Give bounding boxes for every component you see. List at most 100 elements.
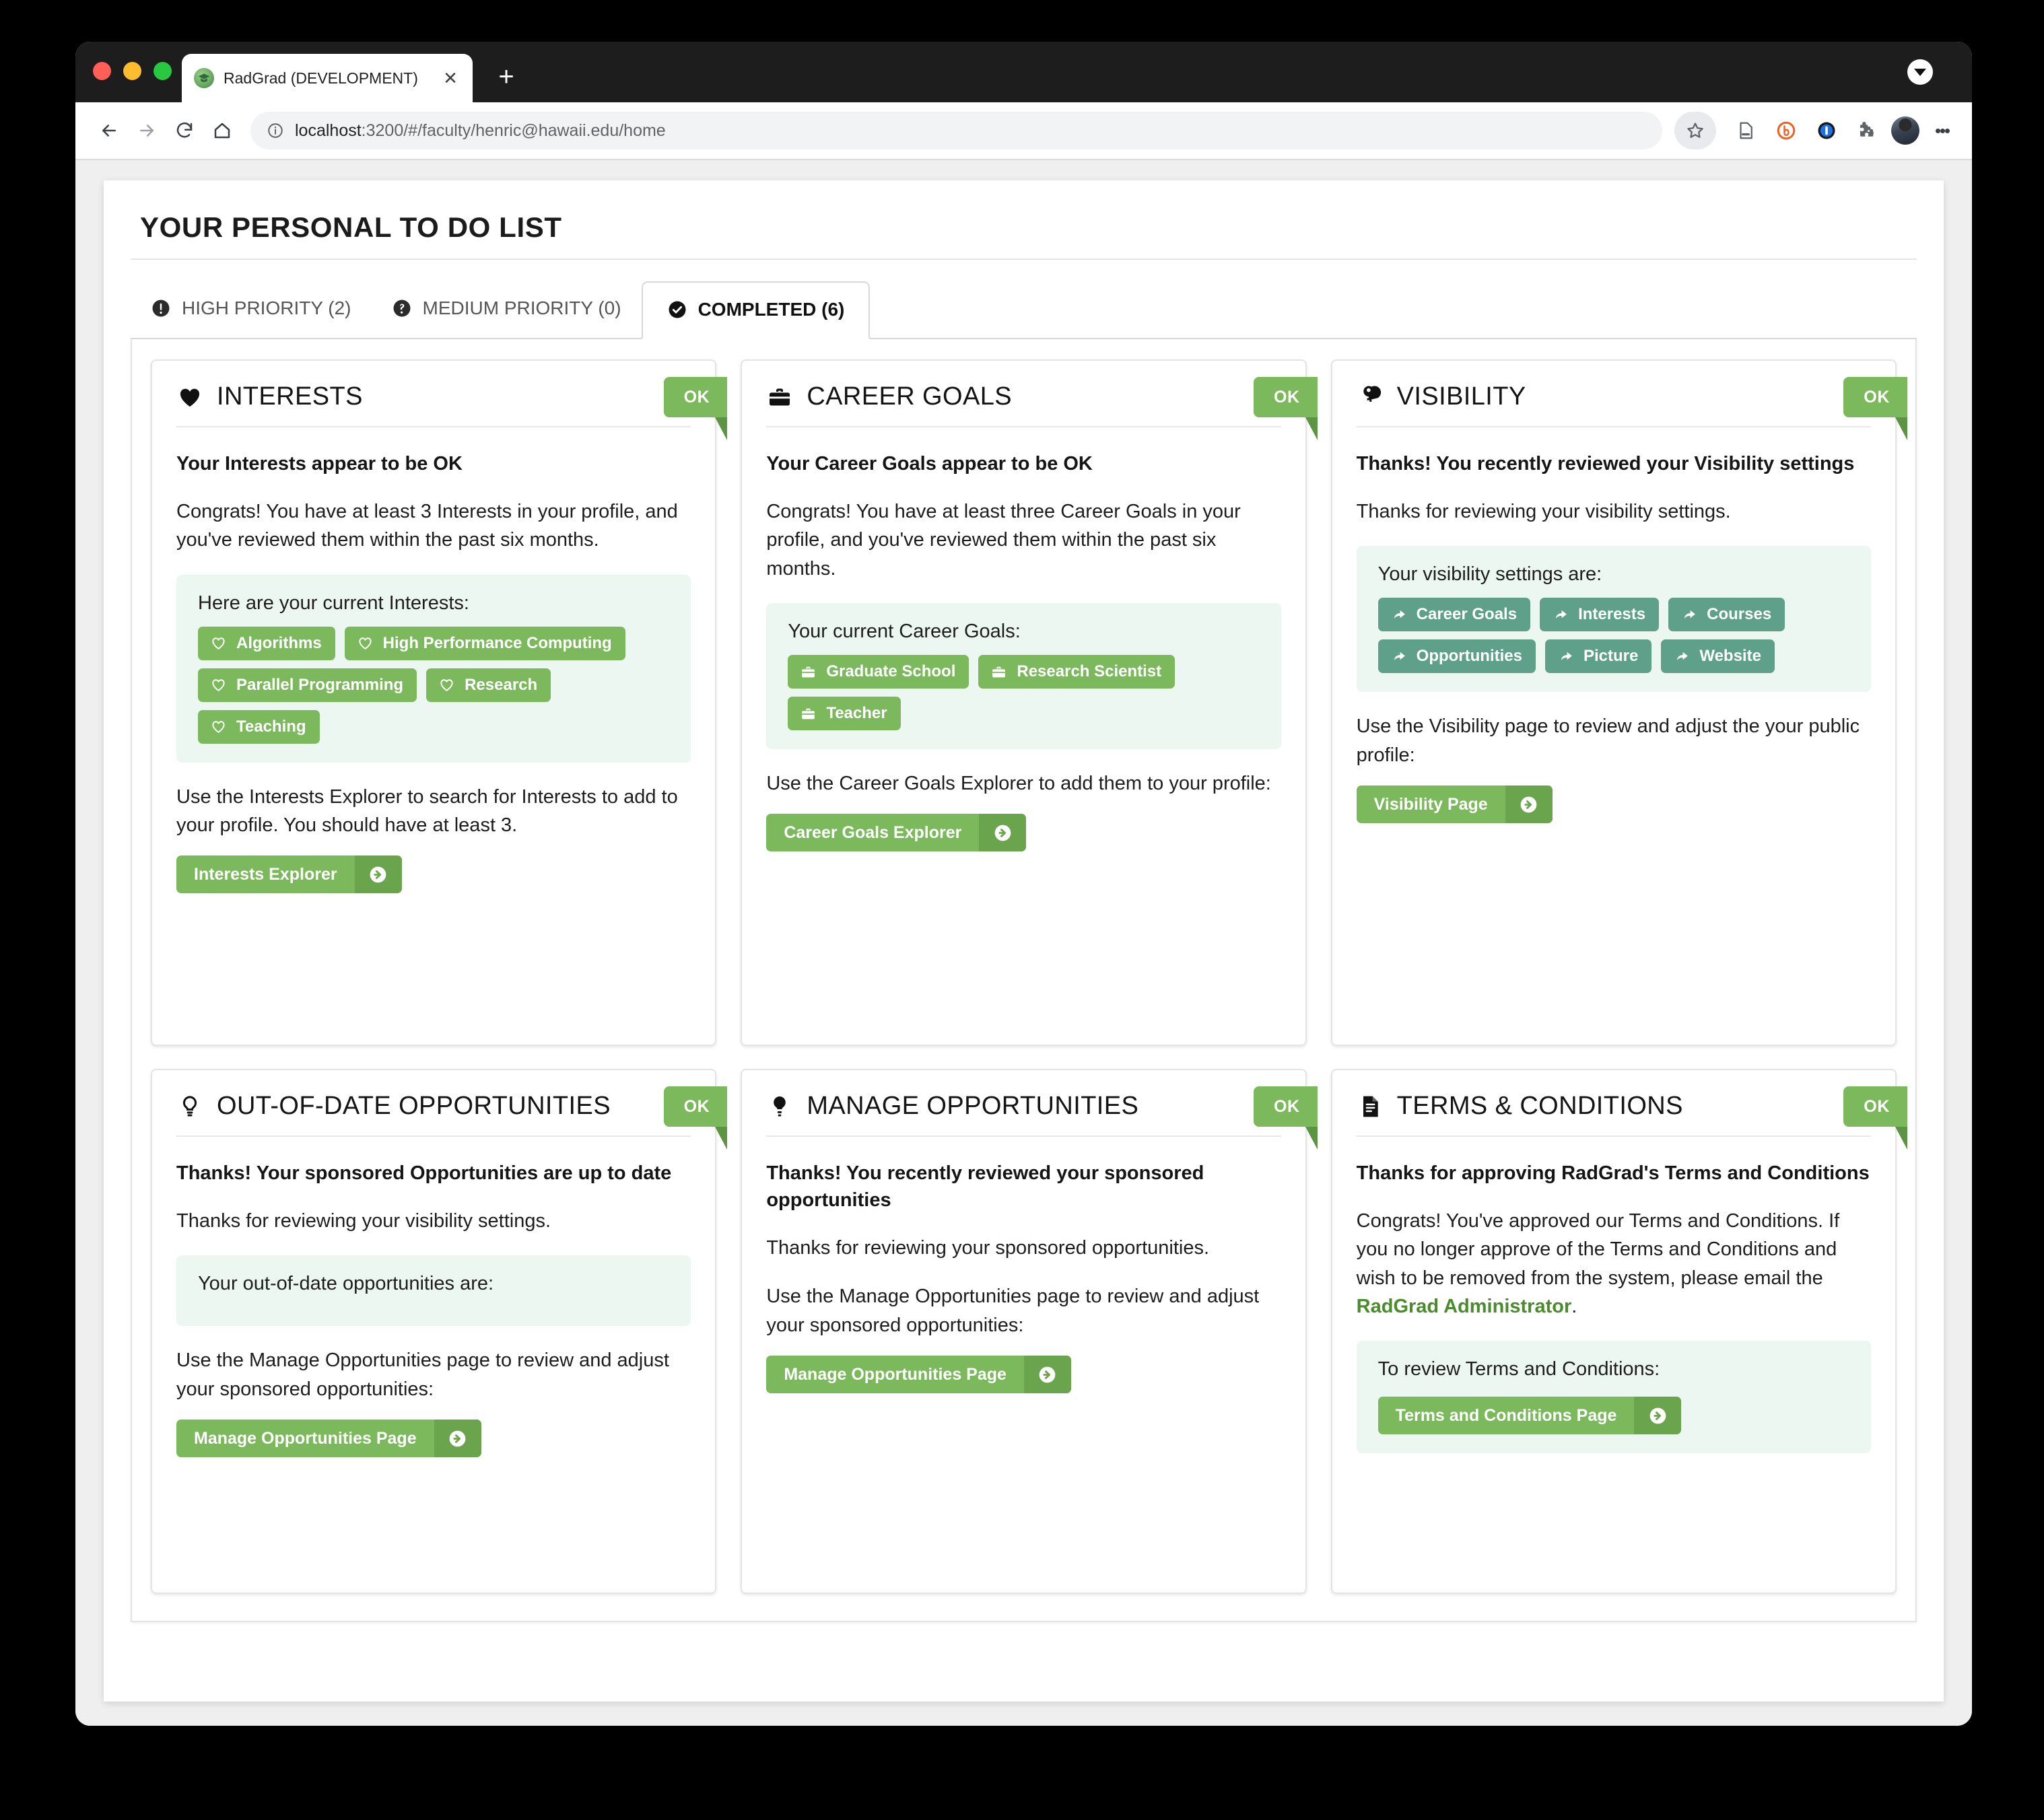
terms-review-box: To review Terms and Conditions: Terms an…	[1356, 1341, 1871, 1454]
maximize-window-button[interactable]	[154, 62, 172, 80]
button-label: Manage Opportunities Page	[194, 1428, 417, 1448]
content-panel: YOUR PERSONAL TO DO LIST HIGH PRIORITY (…	[104, 180, 1944, 1702]
interest-chip[interactable]: Teaching	[198, 709, 320, 744]
window-traffic-lights	[93, 62, 172, 80]
status-badge-ok: OK	[663, 377, 728, 440]
back-icon[interactable]	[90, 112, 128, 149]
close-tab-button[interactable]: ✕	[440, 68, 461, 88]
visibility-chip[interactable]: Career Goals	[1377, 598, 1531, 632]
interests-explorer-button[interactable]: Interests Explorer	[176, 855, 402, 894]
card-header: TERMS & CONDITIONS	[1356, 1092, 1871, 1137]
chip-label: Interests	[1578, 605, 1646, 624]
chip-label: High Performance Computing	[382, 633, 612, 652]
card-title: INTERESTS	[217, 382, 363, 411]
career-goal-chip[interactable]: Teacher	[788, 697, 901, 730]
tab-search-icon[interactable]	[1907, 59, 1933, 85]
status-badge-ok: OK	[1253, 377, 1318, 440]
lightbulb-outline-icon	[176, 1093, 203, 1120]
interests-list-box: Here are your current Interests: Algorit…	[176, 574, 691, 763]
share-arrow-icon	[1552, 606, 1569, 623]
minimize-window-button[interactable]	[123, 62, 141, 80]
button-label: Terms and Conditions Page	[1395, 1405, 1617, 1425]
chip-label: Research	[465, 675, 538, 694]
visibility-settings-box: Your visibility settings are: Career Goa…	[1356, 546, 1871, 693]
manage-opportunities-page-button[interactable]: Manage Opportunities Page	[176, 1420, 481, 1457]
terms-and-conditions-page-button[interactable]: Terms and Conditions Page	[1377, 1397, 1682, 1435]
card-header: CAREER GOALS	[766, 382, 1281, 427]
visibility-chip[interactable]: Picture	[1544, 639, 1652, 674]
card-note: Use the Manage Opportunities page to rev…	[176, 1350, 669, 1400]
card-manage-opportunities: OK MANAGE OPPORTUNITIES Thanks! You rece…	[741, 1069, 1318, 1594]
bookmark-star-icon[interactable]	[1674, 112, 1716, 149]
close-window-button[interactable]	[93, 62, 111, 80]
forward-icon[interactable]	[128, 112, 166, 149]
onepassword-extension-icon[interactable]	[1809, 113, 1844, 148]
career-goals-list-box: Your current Career Goals: Graduate Scho…	[766, 603, 1281, 749]
arrow-circle-right-icon	[979, 814, 1027, 852]
heart-outline-icon	[210, 718, 227, 735]
card-header: VISIBILITY	[1356, 382, 1871, 427]
card-note: Use the Interests Explorer to search for…	[176, 785, 678, 836]
chip-label: Website	[1699, 647, 1761, 666]
chip-label: Picture	[1583, 647, 1639, 666]
interest-chips: Algorithms High Performance Computing Pa…	[194, 626, 673, 744]
home-icon[interactable]	[203, 112, 241, 149]
chip-label: Parallel Programming	[236, 675, 404, 694]
visibility-chip[interactable]: Courses	[1668, 598, 1785, 632]
share-arrow-icon	[1673, 648, 1690, 665]
visibility-chip[interactable]: Interests	[1540, 598, 1660, 632]
chip-label: Opportunities	[1416, 647, 1522, 666]
card-lead: Thanks! Your sponsored Opportunities are…	[176, 1162, 672, 1184]
career-goals-explorer-button[interactable]: Career Goals Explorer	[766, 814, 1027, 852]
arrow-circle-right-icon	[434, 1420, 481, 1457]
radgrad-administrator-link[interactable]: RadGrad Administrator	[1357, 1296, 1572, 1317]
career-goal-chip[interactable]: Graduate School	[788, 655, 969, 689]
interest-chip[interactable]: Algorithms	[198, 626, 335, 660]
button-label: Manage Opportunities Page	[784, 1364, 1007, 1384]
chip-label: Teaching	[236, 717, 306, 736]
bitly-extension-icon[interactable]	[1769, 113, 1804, 148]
out-of-date-opportunities-box: Your out-of-date opportunities are:	[176, 1255, 691, 1327]
visibility-chip[interactable]: Website	[1661, 639, 1775, 674]
career-goal-chip[interactable]: Research Scientist	[978, 655, 1176, 689]
new-tab-button[interactable]: +	[491, 62, 521, 92]
interest-chip[interactable]: High Performance Computing	[344, 626, 625, 660]
card-body: Congrats! You've approved our Terms and …	[1357, 1207, 1871, 1321]
card-body: Congrats! You have at least three Career…	[766, 501, 1241, 580]
card-note: Use the Visibility page to review and ad…	[1356, 715, 1860, 766]
browser-tab-title: RadGrad (DEVELOPMENT)	[224, 69, 418, 87]
tab-high-priority[interactable]: HIGH PRIORITY (2)	[131, 280, 372, 338]
reading-list-icon[interactable]	[1728, 113, 1763, 148]
browser-tab-strip: RadGrad (DEVELOPMENT) ✕ +	[75, 42, 1972, 102]
browser-tab[interactable]: RadGrad (DEVELOPMENT) ✕	[182, 54, 473, 102]
document-icon	[1357, 1093, 1384, 1120]
card-interests: OK INTERESTS Your Interests appear to be…	[151, 359, 728, 1046]
profile-avatar[interactable]	[1891, 116, 1919, 145]
career-goal-chips: Graduate School Research Scientist Teach…	[784, 655, 1263, 730]
card-lead: Your Interests appear to be OK	[176, 453, 463, 475]
reload-icon[interactable]	[166, 112, 203, 149]
interest-chip[interactable]: Research	[426, 668, 551, 702]
visibility-page-button[interactable]: Visibility Page	[1356, 785, 1553, 823]
card-lead: Thanks! You recently reviewed your spons…	[766, 1162, 1204, 1212]
card-body: Congrats! You have at least 3 Interests …	[176, 501, 678, 551]
page-title: YOUR PERSONAL TO DO LIST	[131, 202, 1917, 260]
visibility-chip[interactable]: Opportunities	[1377, 639, 1536, 674]
address-bar[interactable]: localhost:3200/#/faculty/henric@hawaii.e…	[250, 112, 1662, 149]
heart-outline-icon	[357, 635, 374, 652]
check-circle-icon	[667, 300, 687, 320]
chrome-menu-icon[interactable]	[1928, 113, 1957, 148]
arrow-circle-right-icon	[1634, 1397, 1682, 1435]
tab-medium-priority[interactable]: MEDIUM PRIORITY (0)	[372, 280, 642, 338]
interest-chip[interactable]: Parallel Programming	[198, 668, 417, 702]
tint-label: To review Terms and Conditions:	[1377, 1358, 1660, 1380]
priority-tab-bar: HIGH PRIORITY (2) MEDIUM PRIORITY (0) CO…	[131, 281, 1917, 339]
tab-completed[interactable]: COMPLETED (6)	[641, 281, 871, 339]
manage-opportunities-page-button[interactable]: Manage Opportunities Page	[766, 1356, 1071, 1394]
briefcase-icon	[990, 664, 1007, 680]
card-lead: Your Career Goals appear to be OK	[766, 453, 1093, 475]
card-note: Use the Career Goals Explorer to add the…	[766, 773, 1271, 794]
site-info-icon[interactable]	[267, 122, 284, 139]
chip-label: Career Goals	[1416, 605, 1518, 624]
extensions-puzzle-icon[interactable]	[1849, 113, 1884, 148]
